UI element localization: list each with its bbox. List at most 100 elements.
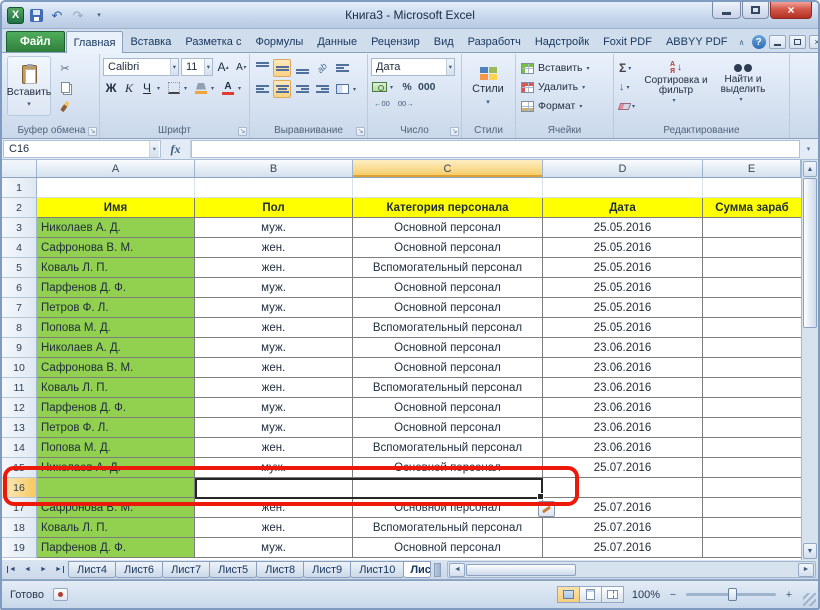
fill-button[interactable]: ↓▾: [617, 78, 641, 96]
last-sheet-button[interactable]: ►: [52, 562, 67, 577]
ribbon-tab-1[interactable]: Вставка: [123, 32, 178, 52]
cell-e[interactable]: [703, 338, 801, 358]
col-header-B[interactable]: B: [195, 160, 353, 177]
cell-a[interactable]: Сафронова В. М.: [37, 358, 195, 378]
borders-button[interactable]: [166, 79, 182, 97]
cell-d[interactable]: 23.06.2016: [543, 378, 703, 398]
cell-a[interactable]: Имя: [37, 198, 195, 218]
resize-grip[interactable]: [803, 593, 816, 606]
vertical-scrollbar[interactable]: ▲ ▼: [801, 160, 818, 560]
grow-font-button[interactable]: А▴: [215, 58, 231, 76]
align-top-button[interactable]: [253, 59, 271, 77]
find-select-button[interactable]: Найти и выделить ▾: [711, 59, 775, 115]
row-header[interactable]: 1: [2, 178, 37, 198]
cell-a[interactable]: Петров Ф. Л.: [37, 298, 195, 318]
font-size-select[interactable]: 11 ▾: [181, 58, 213, 76]
increase-decimal-button[interactable]: ←00: [371, 98, 393, 109]
cell-c[interactable]: Основной персонал: [353, 298, 543, 318]
col-header-A[interactable]: A: [37, 160, 195, 177]
cell-b[interactable]: жен.: [195, 498, 353, 518]
ribbon-tab-7[interactable]: Разработч: [461, 32, 528, 52]
page-break-view-button[interactable]: [601, 586, 624, 603]
format-painter-button[interactable]: [54, 97, 76, 115]
cell-d[interactable]: Дата: [543, 198, 703, 218]
fill-color-button[interactable]: [193, 79, 209, 97]
zoom-slider[interactable]: [686, 593, 776, 596]
cell-a[interactable]: Сафронова В. М.: [37, 498, 195, 518]
cell-d[interactable]: 23.06.2016: [543, 398, 703, 418]
cell-b[interactable]: муж.: [195, 458, 353, 478]
row-header[interactable]: 17: [2, 498, 37, 518]
insert-cells-button[interactable]: Вставить ▾: [519, 59, 596, 77]
clear-button[interactable]: ▾: [617, 97, 641, 115]
cell-e[interactable]: [703, 278, 801, 298]
alignment-dialog-launcher[interactable]: ↘: [356, 127, 365, 136]
cell-d[interactable]: [543, 478, 703, 498]
cell-a[interactable]: [37, 478, 195, 498]
name-box[interactable]: C16 ▾: [3, 140, 161, 158]
cell-d[interactable]: 25.05.2016: [543, 298, 703, 318]
cell-a[interactable]: Коваль Л. П.: [37, 378, 195, 398]
ribbon-tab-8[interactable]: Надстройк: [528, 32, 596, 52]
cut-button[interactable]: ✂: [54, 59, 76, 77]
ribbon-tab-4[interactable]: Данные: [310, 32, 364, 52]
cell-c[interactable]: Вспомогательный персонал: [353, 518, 543, 538]
workbook-minimize-button[interactable]: [769, 35, 786, 49]
cell-c[interactable]: Основной персонал: [353, 358, 543, 378]
cell-a[interactable]: Коваль Л. П.: [37, 518, 195, 538]
ribbon-tab-5[interactable]: Рецензир: [364, 32, 427, 52]
underline-dropdown[interactable]: ▾: [157, 85, 164, 92]
row-header[interactable]: 4: [2, 238, 37, 258]
row-header[interactable]: 2: [2, 198, 37, 218]
shrink-font-button[interactable]: А▾: [233, 58, 249, 76]
font-color-button[interactable]: А: [220, 79, 236, 97]
row-header[interactable]: 13: [2, 418, 37, 438]
col-header-D[interactable]: D: [543, 160, 703, 177]
cell-b[interactable]: муж.: [195, 538, 353, 558]
close-button[interactable]: ×: [770, 2, 812, 19]
cell-d[interactable]: 23.06.2016: [543, 338, 703, 358]
col-header-C[interactable]: C: [353, 160, 543, 177]
cell-b[interactable]: [195, 178, 353, 198]
cell-c[interactable]: Основной персонал: [353, 278, 543, 298]
font-color-dropdown[interactable]: ▾: [238, 85, 245, 92]
row-header[interactable]: 19: [2, 538, 37, 558]
accounting-format-dropdown[interactable]: ▾: [390, 84, 397, 91]
excel-app-icon[interactable]: X: [7, 7, 24, 24]
wrap-text-button[interactable]: [333, 59, 351, 77]
cell-e[interactable]: [703, 318, 801, 338]
cell-c[interactable]: Вспомогательный персонал: [353, 378, 543, 398]
cell-e[interactable]: [703, 418, 801, 438]
select-all-corner[interactable]: [2, 160, 37, 177]
row-header[interactable]: 7: [2, 298, 37, 318]
formula-input[interactable]: [191, 140, 800, 158]
row-header[interactable]: 16: [2, 478, 37, 498]
cell-c[interactable]: Основной персонал: [353, 398, 543, 418]
next-sheet-button[interactable]: ►: [36, 562, 51, 577]
scroll-up-button[interactable]: ▲: [803, 161, 817, 177]
cell-c[interactable]: Основной персонал: [353, 418, 543, 438]
scroll-left-button[interactable]: ◄: [449, 563, 465, 577]
delete-cells-button[interactable]: Удалить ▾: [519, 78, 596, 96]
row-header[interactable]: 5: [2, 258, 37, 278]
redo-button[interactable]: ↷: [69, 6, 87, 24]
sheet-tab-6[interactable]: Лист10: [350, 561, 404, 578]
cell-a[interactable]: Николаев А. Д.: [37, 338, 195, 358]
normal-view-button[interactable]: [557, 586, 580, 603]
cell-a[interactable]: Николаев А. Д.: [37, 458, 195, 478]
ribbon-tab-2[interactable]: Разметка с: [178, 32, 248, 52]
cell-d[interactable]: 25.07.2016: [543, 498, 703, 518]
autosum-button[interactable]: Σ▾: [617, 59, 641, 77]
row-header[interactable]: 11: [2, 378, 37, 398]
styles-button[interactable]: Стили ▾: [465, 56, 511, 116]
row-header[interactable]: 15: [2, 458, 37, 478]
sheet-tab-7[interactable]: Лист11: [403, 561, 431, 578]
cell-e[interactable]: [703, 378, 801, 398]
minimize-ribbon-button[interactable]: ∧: [735, 38, 749, 47]
vertical-scroll-thumb[interactable]: [803, 178, 817, 328]
cell-a[interactable]: Петров Ф. Л.: [37, 418, 195, 438]
cell-e[interactable]: Сумма зараб: [703, 198, 801, 218]
merge-dropdown[interactable]: ▾: [353, 86, 360, 93]
workbook-restore-button[interactable]: [789, 35, 806, 49]
number-format-select[interactable]: Дата ▾: [371, 58, 455, 76]
